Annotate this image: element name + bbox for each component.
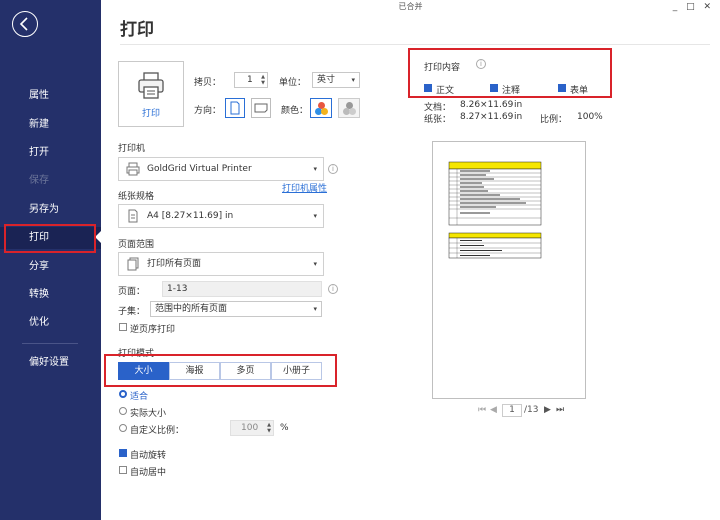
landscape-icon [254, 103, 268, 113]
reverse-order-label: 逆页序打印 [130, 325, 176, 335]
printer-select[interactable]: GoldGrid Virtual Printer ▾ [118, 157, 324, 181]
auto-center-checkbox[interactable] [119, 466, 127, 474]
copies-label: 拷贝： [194, 78, 222, 88]
chevron-down-icon: ▾ [313, 260, 317, 268]
page-range-section-label: 页面范围 [118, 240, 155, 250]
portrait-icon [230, 101, 240, 115]
page-title: 打印 [120, 20, 154, 40]
print-button-label: 打印 [141, 109, 160, 119]
percent-unit: % [280, 423, 289, 433]
document-icon [128, 209, 138, 223]
orientation-label: 方向： [194, 106, 222, 116]
stepper-arrows-icon[interactable]: ▲ ▼ [267, 422, 271, 434]
custom-scale-label: 自定义比例： [130, 426, 185, 436]
auto-rotate-checkbox[interactable] [119, 449, 127, 457]
print-button[interactable]: 打印 [118, 61, 184, 127]
pages-icon [127, 257, 139, 271]
subset-label: 子集： [118, 307, 146, 317]
highlight-box-print-mode [104, 354, 337, 387]
info-icon[interactable]: i [328, 164, 338, 174]
sidebar-item-open[interactable]: 打开 [0, 142, 101, 164]
printer-properties-link[interactable]: 打印机属性 [282, 181, 327, 194]
sidebar-item-save-as[interactable]: 另存为 [0, 199, 101, 221]
scale-label: 比例： [540, 115, 568, 125]
chevron-left-icon [19, 17, 28, 31]
subset-select[interactable]: 范围中的所有页面 ▾ [150, 301, 322, 317]
sidebar-item-convert[interactable]: 转换 [0, 284, 101, 306]
unit-label: 单位： [279, 78, 307, 88]
last-page-icon[interactable]: ⏭ [556, 405, 564, 415]
subset-value: 范围中的所有页面 [155, 304, 228, 314]
landscape-button[interactable] [251, 98, 271, 118]
sidebar-item-optimize[interactable]: 优化 [0, 312, 101, 334]
sidebar-item-properties[interactable]: 属性 [0, 85, 101, 107]
back-button[interactable] [12, 11, 38, 37]
color-mode-button[interactable] [310, 98, 332, 118]
window-controls[interactable]: _ □ ✕ [673, 2, 714, 12]
page-range-value: 打印所有页面 [147, 259, 202, 269]
color-label: 颜色： [281, 106, 309, 116]
total-pages: /13 [524, 405, 539, 415]
doc-size-unit: in [514, 100, 523, 110]
paper-size-value: 8.27×11.69 [460, 112, 514, 122]
stepper-arrows-icon[interactable]: ▲ ▼ [261, 74, 265, 86]
info-icon[interactable]: i [328, 284, 338, 294]
chevron-down-icon: ▾ [313, 212, 317, 220]
custom-scale-radio[interactable] [119, 424, 127, 432]
sidebar-item-share[interactable]: 分享 [0, 256, 101, 278]
copies-value: 1 [247, 75, 253, 85]
paper-section-label: 纸张规格 [118, 192, 155, 202]
paper-size-unit: in [514, 112, 523, 122]
unit-select[interactable]: 英寸 ▾ [312, 72, 360, 88]
actual-size-radio[interactable] [119, 407, 127, 415]
copies-stepper[interactable]: 1 ▲ ▼ [234, 72, 268, 88]
chevron-down-icon: ▾ [313, 165, 317, 173]
auto-center-label: 自动居中 [130, 468, 167, 478]
current-page-input[interactable]: 1 [502, 404, 522, 417]
page-navigator: ⏮ ◀ 1 /13 ▶ ⏭ [478, 404, 578, 419]
actual-size-label: 实际大小 [130, 409, 167, 419]
doc-size-value: 8.26×11.69 [460, 100, 514, 110]
printer-icon [138, 72, 164, 99]
highlight-box-print-content [408, 48, 612, 98]
grayscale-mode-button[interactable] [338, 98, 360, 118]
sidebar-item-new[interactable]: 新建 [0, 114, 101, 136]
prev-page-icon[interactable]: ◀ [490, 405, 497, 415]
print-preview [432, 141, 586, 399]
chevron-down-icon: ▾ [351, 76, 355, 84]
color-dot-icon [321, 108, 328, 115]
page-thumbnail [448, 161, 542, 259]
highlight-box-print [4, 224, 96, 253]
sidebar: 属性 新建 打开 保存 另存为 打印 分享 转换 优化 偏好设置 [0, 0, 101, 520]
paper-value: A4 [8.27×11.69] in [147, 211, 234, 221]
next-page-icon[interactable]: ▶ [544, 405, 551, 415]
printer-section-label: 打印机 [118, 144, 146, 154]
sidebar-item-preferences[interactable]: 偏好设置 [0, 352, 101, 374]
gray-dot-icon [349, 108, 356, 115]
title-divider [120, 44, 710, 45]
first-page-icon[interactable]: ⏮ [478, 405, 486, 415]
custom-scale-value: 100 [241, 423, 259, 433]
chevron-down-icon: ▾ [313, 305, 317, 313]
pages-value: 1-13 [167, 284, 188, 294]
custom-scale-input[interactable]: 100 ▲ ▼ [230, 420, 274, 436]
unit-value: 英寸 [317, 75, 336, 85]
fit-label: 适合 [130, 392, 149, 402]
reverse-order-checkbox[interactable] [119, 323, 127, 331]
auto-rotate-label: 自动旋转 [130, 451, 167, 461]
printer-small-icon [126, 162, 140, 176]
fit-radio[interactable] [119, 390, 127, 398]
scale-value: 100% [577, 112, 603, 122]
window-title: 已合并 [398, 2, 423, 11]
page-range-select[interactable]: 打印所有页面 ▾ [118, 252, 324, 276]
sidebar-item-save[interactable]: 保存 [0, 170, 101, 192]
portrait-button[interactable] [225, 98, 245, 118]
sidebar-divider [22, 343, 78, 344]
pages-input[interactable]: 1-13 [162, 281, 322, 297]
pages-label: 页面： [118, 287, 146, 297]
active-indicator [95, 230, 102, 244]
paper-size-label: 纸张： [424, 115, 452, 125]
printer-value: GoldGrid Virtual Printer [147, 164, 252, 174]
paper-select[interactable]: A4 [8.27×11.69] in ▾ [118, 204, 324, 228]
